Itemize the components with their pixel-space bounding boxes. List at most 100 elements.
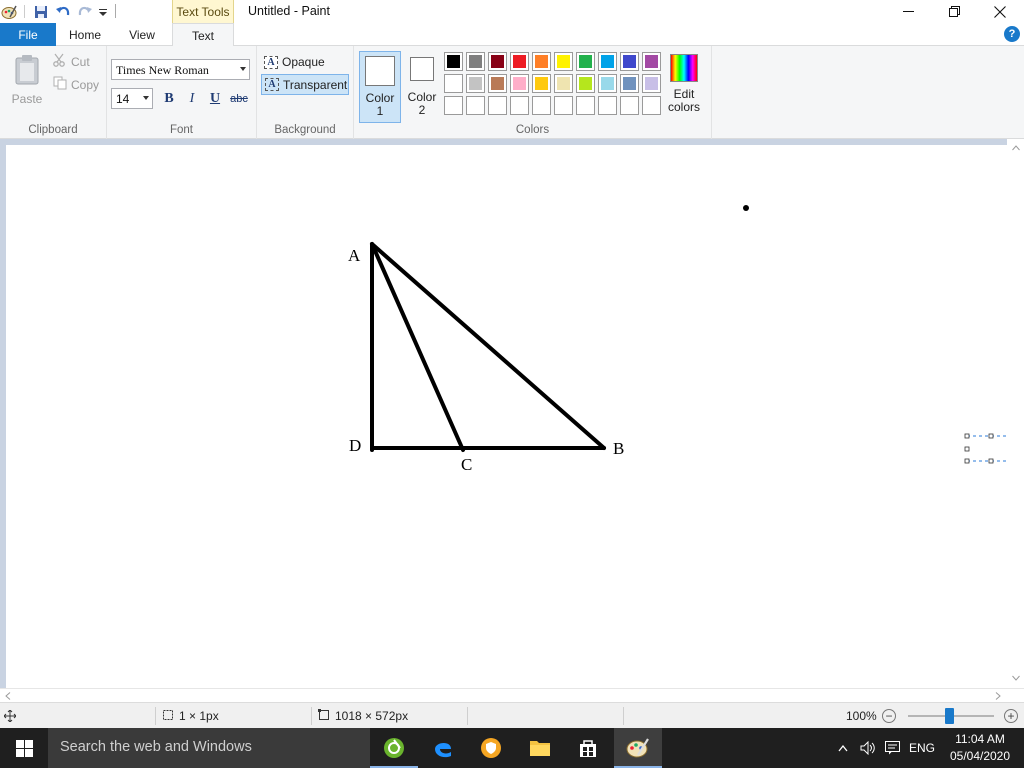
color-2-swatch (410, 57, 434, 81)
swatch-fill (469, 77, 482, 90)
palette-swatch-empty[interactable] (642, 96, 661, 115)
palette-swatch[interactable] (598, 52, 617, 71)
swatch-fill (469, 55, 482, 68)
palette-swatch[interactable] (488, 74, 507, 93)
palette-swatch[interactable] (642, 52, 661, 71)
palette-swatch-empty[interactable] (510, 96, 529, 115)
palette-swatch[interactable] (510, 74, 529, 93)
palette-swatch[interactable] (532, 52, 551, 71)
palette-swatch-empty[interactable] (598, 96, 617, 115)
palette-swatch[interactable] (444, 52, 463, 71)
customize-quick-access-icon[interactable] (97, 3, 109, 20)
paste-button[interactable]: Paste (9, 50, 45, 106)
swatch-fill (579, 77, 592, 90)
taskbar-app-paint[interactable] (614, 728, 662, 768)
underline-button[interactable]: U (205, 90, 225, 108)
taskbar-clock[interactable]: 11:04 AM 05/04/2020 (945, 731, 1015, 765)
palette-swatch[interactable] (620, 52, 639, 71)
drawing-canvas[interactable]: A B C D (6, 145, 1007, 688)
palette-swatch[interactable] (598, 74, 617, 93)
palette-swatch[interactable] (444, 74, 463, 93)
undo-icon[interactable] (54, 3, 72, 20)
palette-swatch[interactable] (642, 74, 661, 93)
strikethrough-button[interactable]: abc (228, 90, 250, 108)
palette-swatch-empty[interactable] (576, 96, 595, 115)
taskbar-app-greenshot[interactable] (370, 728, 418, 768)
scissors-icon (53, 53, 67, 70)
palette-swatch-empty[interactable] (444, 96, 463, 115)
shield-icon (481, 738, 501, 758)
copy-button[interactable]: Copy (53, 76, 99, 93)
vertical-scrollbar[interactable] (1007, 139, 1024, 688)
palette-swatch[interactable] (510, 52, 529, 71)
tab-home[interactable]: Home (60, 23, 110, 46)
palette-swatch[interactable] (466, 74, 485, 93)
paint-app-icon[interactable] (0, 3, 18, 20)
save-icon[interactable] (32, 3, 50, 20)
taskbar-app-file-explorer[interactable] (516, 728, 564, 768)
font-family-select[interactable]: Times New Roman (111, 59, 250, 80)
color-1-button[interactable]: Color 1 (359, 51, 401, 123)
edit-colors-button[interactable]: Edit colors (666, 52, 702, 122)
horizontal-scrollbar[interactable] (0, 688, 1024, 702)
scroll-down-icon[interactable] (1012, 675, 1020, 681)
minimize-button[interactable] (885, 0, 931, 23)
taskbar: Search the web and Windows ENG 11:04 AM … (0, 728, 1024, 768)
color-2-button[interactable]: Color 2 (403, 51, 441, 123)
palette-swatch-empty[interactable] (488, 96, 507, 115)
italic-button[interactable]: I (182, 90, 202, 108)
background-group-label: Background (274, 124, 336, 136)
taskbar-app-security[interactable] (467, 728, 515, 768)
text-selection-handles[interactable] (964, 433, 1007, 464)
palette-swatch[interactable] (466, 52, 485, 71)
redo-icon[interactable] (76, 3, 94, 20)
palette-swatch-empty[interactable] (466, 96, 485, 115)
font-size-select[interactable]: 14 (111, 88, 153, 109)
palette-swatch[interactable] (554, 74, 573, 93)
show-hidden-icons-icon[interactable] (834, 728, 852, 768)
edge-icon (435, 742, 451, 758)
taskbar-app-store[interactable] (564, 728, 612, 768)
bold-button[interactable]: B (159, 90, 179, 108)
close-button[interactable] (977, 0, 1023, 23)
palette-swatch[interactable] (620, 74, 639, 93)
start-button[interactable] (0, 728, 48, 768)
color-2-label: Color 2 (403, 91, 441, 117)
cut-button[interactable]: Cut (53, 53, 90, 70)
palette-swatch-empty[interactable] (554, 96, 573, 115)
zoom-in-icon[interactable]: + (1004, 709, 1018, 723)
scroll-left-icon[interactable] (5, 692, 11, 700)
zoom-slider-thumb[interactable] (945, 708, 955, 724)
scroll-right-icon[interactable] (995, 692, 1001, 700)
palette-swatch-empty[interactable] (620, 96, 639, 115)
color-spectrum-icon (670, 54, 698, 82)
tab-text[interactable]: Text (172, 23, 234, 47)
palette-swatch-empty[interactable] (532, 96, 551, 115)
ribbon: Paste Cut Copy Clipboard Font Times New … (0, 46, 1024, 139)
palette-swatch[interactable] (532, 74, 551, 93)
palette-swatch[interactable] (554, 52, 573, 71)
restore-button[interactable] (931, 0, 977, 23)
color-1-label-line2: 1 (376, 104, 384, 118)
help-icon[interactable]: ? (1004, 26, 1020, 42)
opaque-button[interactable]: A Opaque (261, 52, 349, 72)
palette-swatch[interactable] (488, 52, 507, 71)
swatch-fill (491, 55, 504, 68)
transparent-button[interactable]: A Transparent (261, 74, 349, 95)
swatch-fill (513, 77, 526, 90)
copy-icon (53, 76, 67, 93)
divider (623, 707, 624, 725)
color-palette (444, 52, 664, 118)
triangle-drawing (370, 242, 606, 452)
taskbar-search-box[interactable]: Search the web and Windows (48, 728, 370, 768)
tab-file[interactable]: File (0, 23, 56, 46)
palette-swatch[interactable] (576, 74, 595, 93)
scroll-up-icon[interactable] (1012, 145, 1020, 151)
palette-swatch[interactable] (576, 52, 595, 71)
taskbar-app-edge[interactable] (419, 728, 467, 768)
zoom-out-icon[interactable]: − (882, 709, 896, 723)
action-center-icon[interactable] (882, 728, 902, 768)
volume-icon[interactable] (858, 728, 878, 768)
language-indicator[interactable]: ENG (906, 728, 938, 768)
tab-view[interactable]: View (117, 23, 167, 46)
